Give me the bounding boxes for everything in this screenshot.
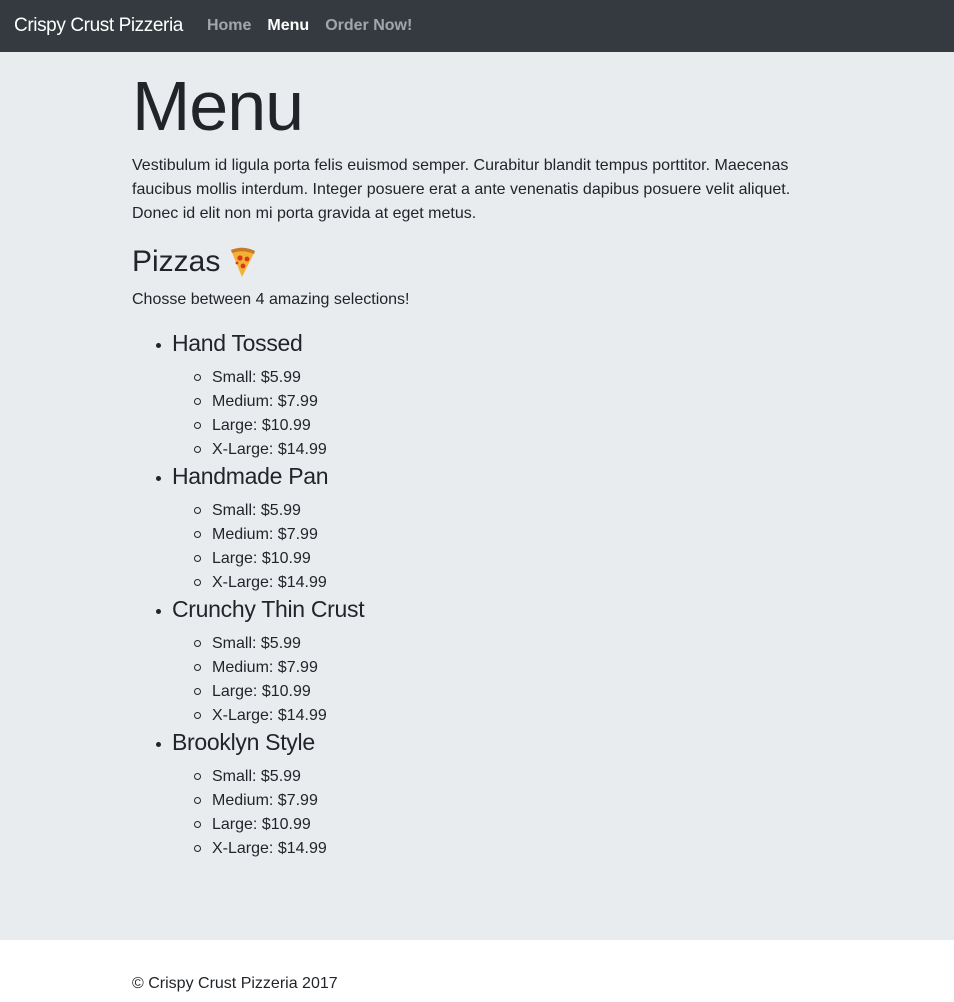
size-price: Large: $10.99 xyxy=(212,816,311,833)
size-price: Medium: $7.99 xyxy=(212,792,318,809)
size-price: X-Large: $14.99 xyxy=(212,840,327,857)
nav-link-order-now[interactable]: Order Now! xyxy=(325,17,412,35)
pizza-item-brooklyn-style: Brooklyn Style Small: $5.99 Medium: $7.9… xyxy=(132,723,732,857)
pizza-name: Handmade Pan xyxy=(172,463,329,489)
pizzas-heading: Pizzas xyxy=(132,242,258,282)
bullet-icon xyxy=(156,343,161,348)
size-price: Large: $10.99 xyxy=(212,550,311,567)
circle-bullet-icon xyxy=(194,797,201,804)
pizza-name: Crunchy Thin Crust xyxy=(172,596,365,622)
circle-bullet-icon xyxy=(194,821,201,828)
circle-bullet-icon xyxy=(194,422,201,429)
circle-bullet-icon xyxy=(194,374,201,381)
circle-bullet-icon xyxy=(194,555,201,562)
circle-bullet-icon xyxy=(194,845,201,852)
circle-bullet-icon xyxy=(194,507,201,514)
circle-bullet-icon xyxy=(194,398,201,405)
footer-copyright: © Crispy Crust Pizzeria 2017 xyxy=(132,975,338,992)
pizza-list: Hand Tossed Small: $5.99 Medium: $7.99 L… xyxy=(132,324,732,857)
pizza-item-crunchy-thin-crust: Crunchy Thin Crust Small: $5.99 Medium: … xyxy=(132,590,732,724)
circle-bullet-icon xyxy=(194,773,201,780)
circle-bullet-icon xyxy=(194,688,201,695)
size-price: Small: $5.99 xyxy=(212,369,301,386)
size-price: Large: $10.99 xyxy=(212,683,311,700)
page-title: Menu xyxy=(132,67,304,145)
pizza-name: Hand Tossed xyxy=(172,330,303,356)
circle-bullet-icon xyxy=(194,712,201,719)
pizza-name: Brooklyn Style xyxy=(172,729,315,755)
pizza-slice-icon xyxy=(228,245,258,279)
brand-link[interactable]: Crispy Crust Pizzeria xyxy=(14,15,183,37)
bullet-icon xyxy=(156,609,161,614)
pizzas-subtitle: Chosse between 4 amazing selections! xyxy=(132,291,410,308)
size-price: Small: $5.99 xyxy=(212,635,301,652)
size-price: Medium: $7.99 xyxy=(212,659,318,676)
menu-jumbotron: Menu Vestibulum id ligula porta felis eu… xyxy=(0,52,954,940)
pizza-item-hand-tossed: Hand Tossed Small: $5.99 Medium: $7.99 L… xyxy=(132,324,732,458)
size-price: Large: $10.99 xyxy=(212,417,311,434)
bullet-icon xyxy=(156,742,161,747)
page-footer: © Crispy Crust Pizzeria 2017 xyxy=(0,940,954,1002)
bullet-icon xyxy=(156,476,161,481)
size-price: Small: $5.99 xyxy=(212,502,301,519)
nav-link-menu[interactable]: Menu xyxy=(267,17,309,35)
circle-bullet-icon xyxy=(194,531,201,538)
nav-link-home[interactable]: Home xyxy=(207,17,251,35)
size-price: Small: $5.99 xyxy=(212,768,301,785)
circle-bullet-icon xyxy=(194,446,201,453)
size-price: Medium: $7.99 xyxy=(212,393,318,410)
size-price: Medium: $7.99 xyxy=(212,526,318,543)
circle-bullet-icon xyxy=(194,640,201,647)
circle-bullet-icon xyxy=(194,579,201,586)
pizzas-heading-text: Pizzas xyxy=(132,245,221,278)
intro-paragraph: Vestibulum id ligula porta felis euismod… xyxy=(132,157,791,222)
top-navbar: Crispy Crust Pizzeria Home Menu Order No… xyxy=(0,0,954,52)
pizza-item-handmade-pan: Handmade Pan Small: $5.99 Medium: $7.99 … xyxy=(132,457,732,591)
circle-bullet-icon xyxy=(194,664,201,671)
